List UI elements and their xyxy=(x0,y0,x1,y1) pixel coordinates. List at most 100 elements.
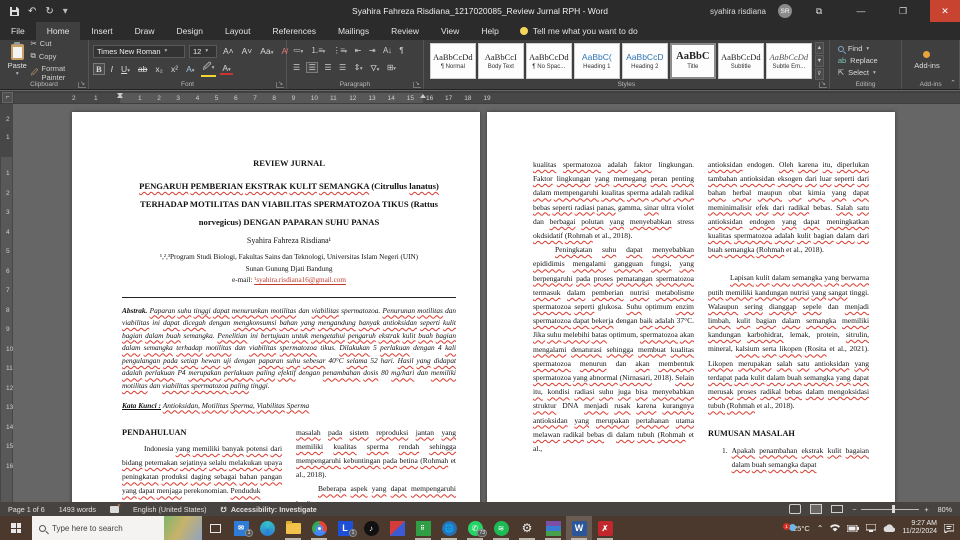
ribbon-display-options-icon[interactable]: ⧉ xyxy=(804,0,834,22)
tab-review[interactable]: Review xyxy=(380,22,430,40)
page-indicator[interactable]: Page 1 of 6 xyxy=(8,505,45,514)
taskbar-search[interactable]: Type here to search xyxy=(32,516,202,540)
page-2[interactable]: kualitas spermatozoa adalah faktor lingk… xyxy=(487,112,895,502)
redo-icon[interactable]: ↻ xyxy=(45,6,53,17)
shading-icon[interactable]: 🜄▾ xyxy=(368,59,381,76)
account-name[interactable]: syahira risdiana xyxy=(710,7,766,16)
vertical-ruler[interactable]: 2 1 1 2 3 4 5 6 7 8 9 10 11 12 13 14 15 16 xyxy=(0,104,13,502)
select-button[interactable]: ⇱ Select ▾ xyxy=(838,68,878,77)
decrease-indent-icon[interactable]: ⇤ xyxy=(353,46,363,55)
strikethrough-icon[interactable]: ab xyxy=(136,64,149,74)
accessibility-checker[interactable]: ☋ Accessibility: Investigate xyxy=(220,505,316,514)
tab-selector-icon[interactable]: ⌐ xyxy=(2,92,13,103)
styles-scroll-down-icon[interactable]: ▼ xyxy=(814,54,824,67)
subscript-icon[interactable]: x₂ xyxy=(153,64,165,74)
minimize-button[interactable]: — xyxy=(846,0,876,22)
bold-button[interactable]: B xyxy=(93,62,105,75)
line-spacing-icon[interactable]: ⇕▾ xyxy=(352,63,364,72)
print-layout-icon[interactable] xyxy=(810,504,823,514)
underline-button[interactable]: U▾ xyxy=(119,64,132,74)
save-icon[interactable] xyxy=(10,6,19,16)
tab-view[interactable]: View xyxy=(430,22,470,40)
word-count[interactable]: 1493 words xyxy=(59,505,96,514)
avatar[interactable]: SR xyxy=(778,4,792,18)
file-explorer-icon[interactable] xyxy=(280,516,306,540)
whatsapp-app-icon[interactable]: ✆ 73 xyxy=(462,516,488,540)
customize-qat-icon[interactable]: ▾ xyxy=(63,6,68,17)
red-blue-app-icon[interactable] xyxy=(384,516,410,540)
restore-button[interactable]: ❐ xyxy=(888,0,918,22)
style-normal[interactable]: AaBbCcDd ¶ Normal xyxy=(429,42,476,79)
copy-button[interactable]: ⧉ Copy xyxy=(30,51,84,61)
collapse-ribbon-icon[interactable]: ⌃ xyxy=(950,79,956,87)
edge-app-icon[interactable] xyxy=(254,516,280,540)
tab-help[interactable]: Help xyxy=(470,22,509,40)
document-canvas[interactable]: 2 1 1 2 3 4 5 6 7 8 9 10 11 12 13 14 15 16 REVIEW JURNAL … xyxy=(0,104,960,502)
horizontal-ruler[interactable]: 2 1 1 2 3 4 5 6 7 8 9 10 11 12 13 14 15 16 17 18 19 xyxy=(14,93,960,103)
italic-button[interactable]: I xyxy=(109,64,115,74)
zoom-level[interactable]: 80% xyxy=(938,505,952,514)
style-no-spacing[interactable]: AaBbCcDd ¶ No Spac... xyxy=(525,42,572,79)
increase-indent-icon[interactable]: ⇥ xyxy=(367,46,377,55)
tab-insert[interactable]: Insert xyxy=(80,22,123,40)
find-button[interactable]: Find ▾ xyxy=(837,44,878,53)
align-center-icon[interactable]: ☰ xyxy=(305,62,319,73)
display-device-icon[interactable] xyxy=(866,524,877,532)
sort-icon[interactable]: A↓ xyxy=(381,46,393,55)
align-right-icon[interactable]: ☰ xyxy=(322,63,333,72)
paste-dropdown-icon[interactable]: ▾ xyxy=(16,71,19,77)
align-left-icon[interactable]: ☰ xyxy=(291,63,302,72)
tab-design[interactable]: Design xyxy=(166,22,214,40)
hanging-indent-marker[interactable] xyxy=(117,94,123,98)
word-app-icon[interactable]: W xyxy=(566,516,592,540)
spss-app-icon[interactable]: ⠿ xyxy=(410,516,436,540)
zoom-thumb[interactable] xyxy=(892,505,896,513)
change-case-icon[interactable]: Aa▾ xyxy=(258,46,275,56)
settings-app-icon[interactable]: ⚙ xyxy=(514,516,540,540)
grow-font-icon[interactable]: A˄ xyxy=(221,46,236,56)
styles-scroll-up-icon[interactable]: ▲ xyxy=(814,41,824,54)
tab-mailings[interactable]: Mailings xyxy=(327,22,380,40)
justify-icon[interactable]: ☰ xyxy=(337,63,348,72)
start-button[interactable] xyxy=(0,516,32,540)
action-center-icon[interactable] xyxy=(944,523,954,533)
zoom-out-icon[interactable]: − xyxy=(852,505,856,514)
font-size-combo[interactable]: 12 ▾ xyxy=(189,44,217,58)
read-mode-icon[interactable] xyxy=(789,504,802,514)
battery-icon[interactable] xyxy=(847,524,860,532)
tab-layout[interactable]: Layout xyxy=(214,22,262,40)
style-heading-2[interactable]: AaBbCcD Heading 2 xyxy=(621,42,668,79)
text-effects-icon[interactable]: A▾ xyxy=(184,64,196,74)
web-layout-icon[interactable] xyxy=(831,505,844,513)
hidden-icons-chevron[interactable]: ⌃ xyxy=(817,524,824,533)
mail-app-icon[interactable]: ✉ 1 xyxy=(228,516,254,540)
numbering-icon[interactable]: ⒈≡▾ xyxy=(309,45,327,56)
style-title[interactable]: AaBbC Title xyxy=(669,42,716,79)
show-marks-icon[interactable]: ¶ xyxy=(397,46,405,55)
tab-references[interactable]: References xyxy=(262,22,327,40)
zoom-slider[interactable]: − + xyxy=(852,505,928,514)
style-heading-1[interactable]: AaBbC(Heading 1 xyxy=(573,42,620,79)
proofing-errors-icon[interactable] xyxy=(109,503,121,513)
email-link[interactable]: ¹syahira.risdiana16@gmail.com xyxy=(254,276,346,284)
superscript-icon[interactable]: x² xyxy=(169,64,180,74)
language-indicator[interactable]: English (United States) xyxy=(133,505,207,514)
undo-icon[interactable]: ↶ xyxy=(28,6,36,17)
zoom-in-icon[interactable]: + xyxy=(924,505,928,514)
borders-icon[interactable]: ⊞▾ xyxy=(385,63,397,72)
style-subtle-emphasis[interactable]: AaBbCcDd Subtle Em... xyxy=(765,42,812,79)
zoom-track[interactable] xyxy=(861,505,920,513)
spotify-app-icon[interactable]: ≋ xyxy=(488,516,514,540)
styles-dialog-launcher-icon[interactable]: ↘ xyxy=(818,81,827,88)
tab-draw[interactable]: Draw xyxy=(124,22,166,40)
app-l-icon[interactable]: L1 xyxy=(332,516,358,540)
highlight-color-icon[interactable]: 🖉▾ xyxy=(200,61,217,77)
format-painter-button[interactable]: 🖉 Format Painter xyxy=(30,64,84,82)
shrink-font-icon[interactable]: A˅ xyxy=(240,46,255,56)
tab-home[interactable]: Home xyxy=(35,22,81,40)
style-body-text[interactable]: AaBbCcI Body Text xyxy=(477,42,524,79)
browser-globe-icon[interactable]: 🌐 xyxy=(436,516,462,540)
tiktok-app-icon[interactable]: ♪ xyxy=(358,516,384,540)
page-1[interactable]: REVIEW JURNAL PENGARUH PEMBERIAN EKSTRAK… xyxy=(72,112,480,502)
multilevel-list-icon[interactable]: ⋮≡▾ xyxy=(331,46,349,55)
